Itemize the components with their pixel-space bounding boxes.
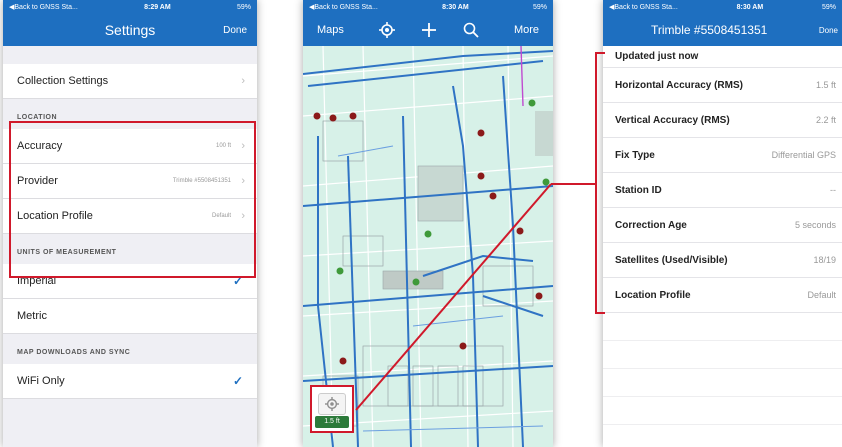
status-time: 8:30 AM	[736, 3, 764, 11]
row-label: Metric	[17, 310, 47, 322]
more-button[interactable]: More	[514, 24, 539, 36]
detail-label: Satellites (Used/Visible)	[615, 254, 728, 266]
receiver-details-phone: ◀Back to GNSS Sta... 8:30 AM 59% Trimble…	[603, 0, 842, 447]
detail-value: --	[830, 185, 836, 195]
gps-accuracy-badge: 1.5 ft	[315, 416, 349, 428]
checkmark-icon: ✓	[232, 374, 243, 388]
empty-row	[603, 341, 842, 369]
done-button[interactable]: Done	[223, 25, 247, 36]
detail-label: Correction Age	[615, 219, 687, 231]
done-button[interactable]: Done	[819, 26, 838, 35]
page-title: Settings	[104, 22, 156, 38]
section-gap	[3, 46, 257, 64]
detail-value: Default	[807, 290, 836, 300]
gps-button-highlight: 1.5 ft	[310, 385, 354, 433]
empty-row	[603, 397, 842, 425]
back-to-app-link[interactable]: ◀Back to GNSS Sta...	[609, 3, 678, 11]
screenshot-stage: ◀Back to GNSS Sta... 8:29 AM 59% Setting…	[0, 0, 842, 447]
detail-value: 5 seconds	[794, 220, 836, 230]
map-navbar: Maps More	[303, 14, 553, 46]
battery-indicator: 59%	[821, 3, 836, 11]
map-phone: ◀Back to GNSS Sta... 8:30 AM 59% Maps Mo…	[303, 0, 553, 447]
detail-row: Horizontal Accuracy (RMS) 1.5 ft	[603, 68, 842, 103]
chevron-right-icon: ›	[241, 75, 245, 87]
battery-indicator: 59%	[236, 3, 251, 11]
settings-navbar: Settings Done	[3, 14, 257, 46]
status-bar: ◀Back to GNSS Sta... 8:30 AM 59%	[303, 0, 553, 14]
detail-row: Fix Type Differential GPS	[603, 138, 842, 173]
status-time: 8:29 AM	[144, 3, 171, 11]
detail-value: Differential GPS	[771, 150, 836, 160]
wifi-only-row[interactable]: WiFi Only ✓	[3, 364, 257, 399]
gps-target-icon	[325, 397, 339, 411]
row-label: Collection Settings	[17, 75, 109, 87]
page-title: Trimble #5508451351	[651, 23, 768, 37]
status-bar: ◀Back to GNSS Sta... 8:29 AM 59%	[3, 0, 257, 14]
map-toolbar-icons	[378, 22, 479, 38]
detail-value: 1.5 ft	[815, 80, 836, 90]
detail-row: Vertical Accuracy (RMS) 2.2 ft	[603, 103, 842, 138]
row-label: WiFi Only	[17, 375, 65, 387]
detail-row: Correction Age 5 seconds	[603, 208, 842, 243]
back-to-app-link[interactable]: ◀Back to GNSS Sta...	[309, 3, 378, 11]
detail-label: Fix Type	[615, 149, 655, 161]
detail-value: 18/19	[813, 255, 836, 265]
empty-row	[603, 369, 842, 397]
battery-indicator: 59%	[532, 3, 547, 11]
detail-value: 2.2 ft	[815, 115, 836, 125]
detail-label: Horizontal Accuracy (RMS)	[615, 79, 743, 91]
search-icon[interactable]	[463, 22, 479, 38]
status-bar: ◀Back to GNSS Sta... 8:30 AM 59%	[603, 0, 842, 14]
add-icon[interactable]	[421, 22, 437, 38]
location-highlight-box	[9, 121, 256, 278]
empty-row	[603, 313, 842, 341]
metric-row[interactable]: Metric	[3, 299, 257, 334]
map-downloads-section-header: MAP DOWNLOADS AND SYNC	[3, 334, 257, 364]
detail-label: Location Profile	[615, 289, 691, 301]
detail-row: Satellites (Used/Visible) 18/19	[603, 243, 842, 278]
maps-button[interactable]: Maps	[317, 24, 344, 36]
back-to-app-link[interactable]: ◀Back to GNSS Sta...	[9, 3, 78, 11]
collection-settings-row[interactable]: Collection Settings ›	[3, 64, 257, 99]
details-bracket	[595, 52, 605, 314]
detail-label: Station ID	[615, 184, 662, 196]
updated-status: Updated just now	[603, 46, 842, 68]
status-time: 8:30 AM	[442, 3, 469, 11]
locate-icon[interactable]	[378, 22, 395, 38]
detail-row: Station ID --	[603, 173, 842, 208]
detail-list: Horizontal Accuracy (RMS) 1.5 ft Vertical …	[603, 68, 842, 313]
gps-status-button[interactable]	[318, 393, 346, 415]
receiver-navbar: Trimble #5508451351 Done	[603, 14, 842, 46]
detail-row: Location Profile Default	[603, 278, 842, 313]
detail-label: Vertical Accuracy (RMS)	[615, 114, 730, 126]
